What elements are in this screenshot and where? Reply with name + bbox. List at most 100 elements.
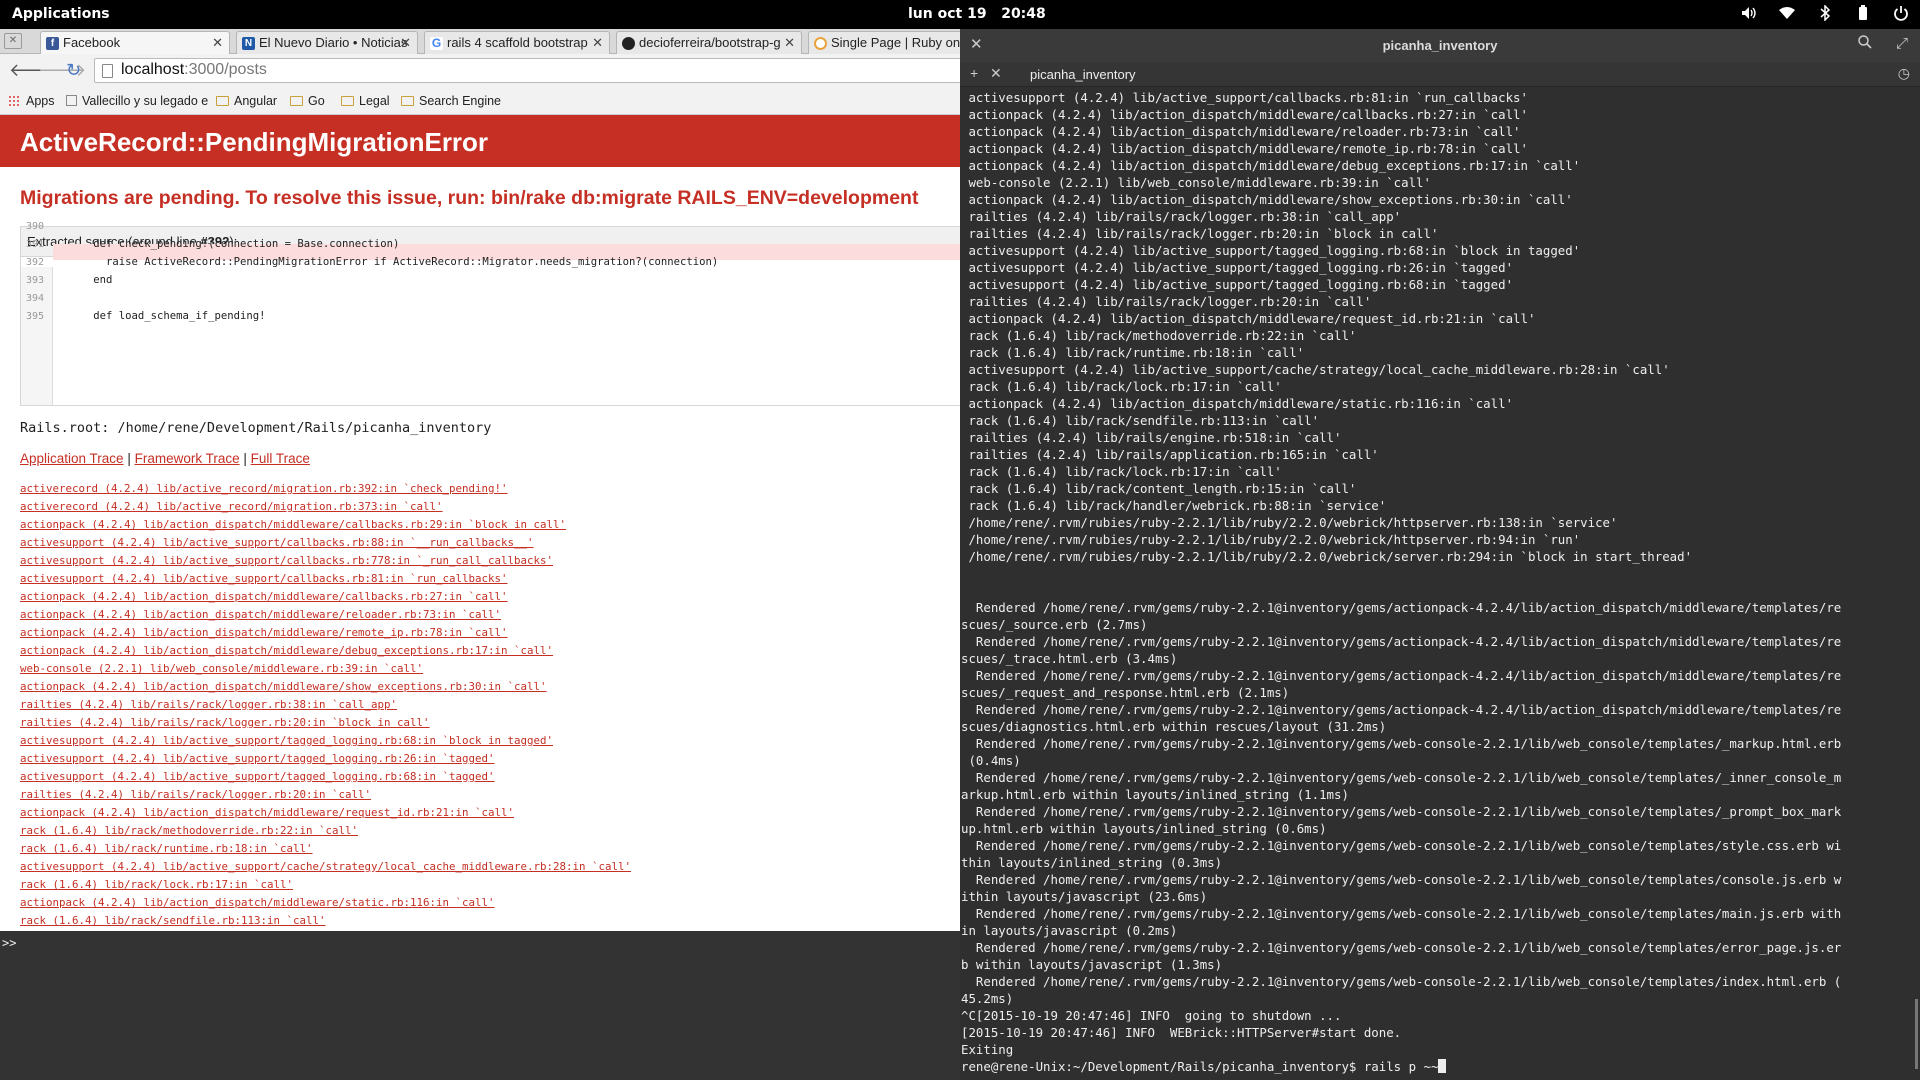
terminal-line: ithin layouts/javascript (23.6ms) (961, 889, 1208, 904)
trace-entry[interactable]: activesupport (4.2.4) lib/active_support… (20, 534, 631, 552)
maximize-icon[interactable]: ⤢ (1896, 35, 1908, 52)
trace-entry[interactable]: actionpack (4.2.4) lib/action_dispatch/m… (20, 642, 631, 660)
terminal-line: activesupport (4.2.4) lib/active_support… (961, 277, 1514, 292)
framework-trace-link[interactable]: Framework Trace (135, 451, 240, 466)
trace-entry[interactable]: actionpack (4.2.4) lib/action_dispatch/m… (20, 588, 631, 606)
system-tray (1740, 4, 1910, 22)
bluetooth-icon[interactable] (1816, 4, 1834, 22)
trace-entry[interactable]: actionpack (4.2.4) lib/action_dispatch/m… (20, 804, 631, 822)
trace-entry[interactable]: actionpack (4.2.4) lib/action_dispatch/m… (20, 606, 631, 624)
trace-entry[interactable]: activesupport (4.2.4) lib/active_support… (20, 732, 631, 750)
line-number: 394 (26, 293, 45, 304)
google-icon: G (430, 36, 443, 50)
applications-menu[interactable]: Applications (12, 6, 110, 22)
tab-label: Facebook (63, 35, 121, 50)
terminal-line: Rendered /home/rene/.rvm/gems/ruby-2.2.1… (961, 974, 1842, 989)
browser-tab-facebook[interactable]: f Facebook ✕ (40, 31, 230, 54)
terminal-line: Rendered /home/rene/.rvm/gems/ruby-2.2.1… (961, 634, 1842, 649)
line-number: 395 (26, 311, 45, 322)
trace-entry[interactable]: activesupport (4.2.4) lib/active_support… (20, 570, 631, 588)
line-number: 391 (26, 239, 45, 250)
folder-icon (401, 96, 414, 106)
loading-icon (814, 37, 827, 50)
trace-entry[interactable]: railties (4.2.4) lib/rails/rack/logger.r… (20, 696, 631, 714)
trace-entry[interactable]: actionpack (4.2.4) lib/action_dispatch/m… (20, 624, 631, 642)
browser-tab-google-search[interactable]: G rails 4 scaffold bootstrap ✕ (424, 31, 610, 54)
terminal-line: up.html.erb within layouts/inlined_strin… (961, 821, 1327, 836)
trace-entry[interactable]: actionpack (4.2.4) lib/action_dispatch/m… (20, 678, 631, 696)
trace-entry[interactable]: railties (4.2.4) lib/rails/rack/logger.r… (20, 786, 631, 804)
trace-entry[interactable]: activerecord (4.2.4) lib/active_record/m… (20, 480, 631, 498)
system-top-bar: Applications lun oct 19 20:48 (0, 0, 1920, 29)
trace-entry[interactable]: activesupport (4.2.4) lib/active_support… (20, 552, 631, 570)
terminal-line: rack (1.6.4) lib/rack/handler/webrick.rb… (961, 498, 1387, 513)
history-icon[interactable]: ◷ (1898, 65, 1910, 82)
trace-entry[interactable]: rack (1.6.4) lib/rack/lock.rb:17:in `cal… (20, 876, 631, 894)
bookmark-go[interactable]: Go (290, 94, 325, 108)
terminal-line: in layouts/javascript (0.2ms) (961, 923, 1178, 938)
apps-grid-icon (8, 95, 20, 107)
terminal-line: activesupport (4.2.4) lib/active_support… (961, 90, 1528, 105)
trace-entry[interactable]: rack (1.6.4) lib/rack/sendfile.rb:113:in… (20, 912, 631, 930)
trace-entry[interactable]: activesupport (4.2.4) lib/active_support… (20, 768, 631, 786)
bookmark-apps[interactable]: Apps (8, 94, 55, 108)
terminal-line: railties (4.2.4) lib/rails/application.r… (961, 447, 1379, 462)
trace-entry[interactable]: activerecord (4.2.4) lib/active_record/m… (20, 498, 631, 516)
trace-entry[interactable]: web-console (2.2.1) lib/web_console/midd… (20, 660, 631, 678)
bookmark-label: Apps (26, 94, 55, 108)
terminal-line: Rendered /home/rene/.rvm/gems/ruby-2.2.1… (961, 736, 1842, 751)
trace-separator: | (239, 451, 251, 466)
terminal-output[interactable]: activesupport (4.2.4) lib/active_support… (960, 87, 1920, 1080)
browser-window: ✕ f Facebook ✕ N El Nuevo Diario • Notic… (0, 29, 960, 931)
browser-tab-single-page[interactable]: Single Page | Ruby on R (808, 31, 960, 54)
new-tab-icon[interactable]: + (970, 65, 978, 81)
terminal-prompt[interactable]: rene@rene-Unix:~/Development/Rails/pican… (961, 1058, 1920, 1075)
bookmark-label: Legal (359, 94, 390, 108)
bookmark-label: Search Engine (419, 94, 502, 108)
bookmark-legal[interactable]: Legal (341, 94, 390, 108)
folder-icon (290, 96, 303, 106)
application-trace-link[interactable]: Application Trace (20, 451, 124, 466)
wifi-icon[interactable] (1778, 4, 1796, 22)
power-icon[interactable] (1892, 4, 1910, 22)
browser-tab-github[interactable]: decioferreira/bootstrap-g ✕ (616, 31, 802, 54)
full-trace-link[interactable]: Full Trace (251, 451, 310, 466)
terminal-line: rack (1.6.4) lib/rack/content_length.rb:… (961, 481, 1357, 496)
terminal-scrollbar[interactable] (1915, 999, 1918, 1069)
terminal-line: actionpack (4.2.4) lib/action_dispatch/m… (961, 107, 1528, 122)
clock[interactable]: lun oct 19 20:48 (908, 6, 1046, 22)
reload-icon[interactable]: ↻ (66, 60, 81, 81)
volume-icon[interactable] (1740, 4, 1758, 22)
terminal-tab[interactable]: picanha_inventory (1030, 62, 1320, 87)
url-path: :3000/posts (184, 61, 267, 78)
page-icon (102, 64, 113, 78)
trace-entry[interactable]: railties (4.2.4) lib/rails/rack/logger.r… (20, 714, 631, 732)
tab-close-icon[interactable]: ✕ (592, 35, 603, 51)
terminal-line: railties (4.2.4) lib/rails/rack/logger.r… (961, 209, 1402, 224)
tab-close-icon[interactable]: ✕ (212, 35, 223, 51)
trace-entry[interactable]: rack (1.6.4) lib/rack/runtime.rb:18:in `… (20, 840, 631, 858)
trace-entry[interactable]: activesupport (4.2.4) lib/active_support… (20, 858, 631, 876)
bookmark-angular[interactable]: Angular (216, 94, 277, 108)
battery-icon[interactable] (1854, 4, 1872, 22)
trace-entry[interactable]: activesupport (4.2.4) lib/active_support… (20, 750, 631, 768)
bookmark-vallecillo[interactable]: Vallecillo y su legado e (66, 94, 208, 108)
close-tab-icon[interactable]: ✕ (990, 65, 1002, 82)
web-console[interactable]: >> (0, 931, 960, 1080)
search-icon[interactable] (1858, 35, 1872, 53)
clock-time: 20:48 (1001, 6, 1046, 22)
terminal-line: /home/rene/.rvm/rubies/ruby-2.2.1/lib/ru… (961, 532, 1581, 547)
line-number-gutter (21, 267, 53, 405)
trace-entry[interactable]: actionpack (4.2.4) lib/action_dispatch/m… (20, 516, 631, 534)
trace-entry[interactable]: actionpack (4.2.4) lib/action_dispatch/m… (20, 894, 631, 912)
terminal-line: 45.2ms) (961, 991, 1014, 1006)
browser-tab-el-nuevo-diario[interactable]: N El Nuevo Diario • Noticias ✕ (236, 31, 418, 54)
bookmark-search-engine[interactable]: Search Engine (401, 94, 501, 108)
tab-close-icon[interactable]: ✕ (784, 35, 795, 51)
terminal-line: Exiting (961, 1042, 1014, 1057)
tab-close-icon[interactable]: ✕ (400, 35, 411, 51)
trace-entry[interactable]: rack (1.6.4) lib/rack/methodoverride.rb:… (20, 822, 631, 840)
address-bar[interactable]: localhost:3000/posts (94, 58, 960, 83)
close-window-icon[interactable]: ✕ (4, 33, 22, 49)
